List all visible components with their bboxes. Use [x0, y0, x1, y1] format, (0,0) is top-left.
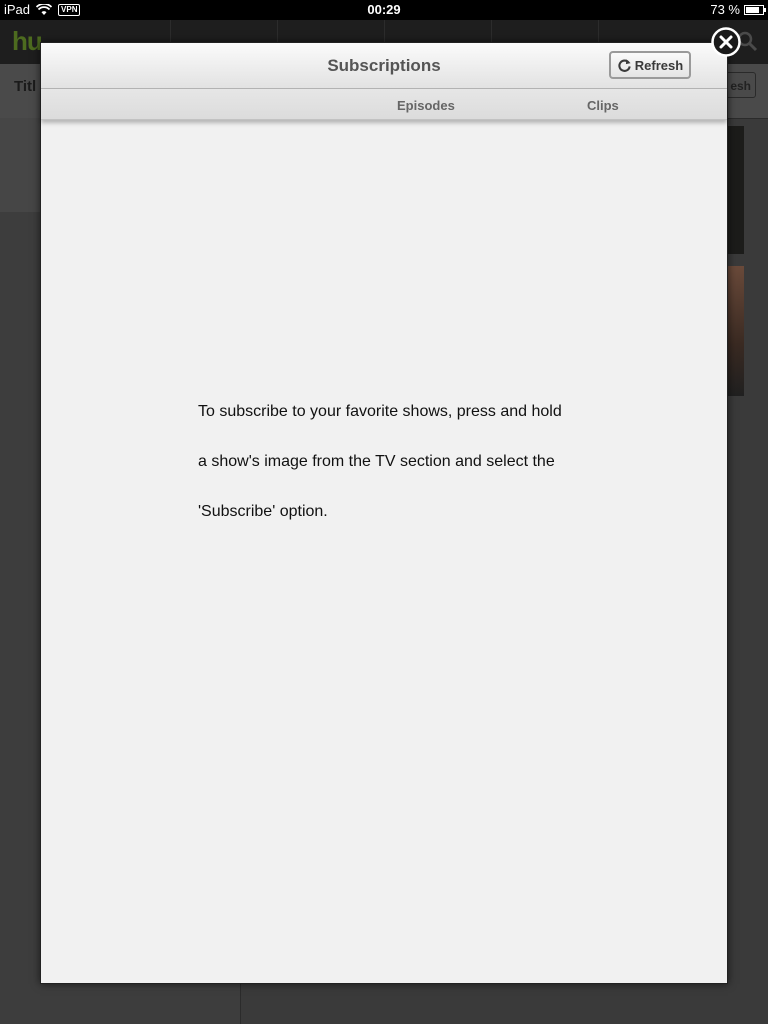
subscriptions-modal: Subscriptions Refresh Episodes Clips To … — [40, 42, 728, 984]
modal-header: Subscriptions Refresh — [41, 43, 727, 89]
segment-bar: Episodes Clips — [41, 89, 727, 120]
status-bar: iPad VPN 00:29 73 % — [0, 0, 768, 20]
background-logo: hu — [12, 26, 43, 56]
refresh-button[interactable]: Refresh — [609, 51, 691, 79]
background-title-fragment: Titl — [14, 78, 37, 95]
status-time: 00:29 — [367, 2, 401, 17]
message-line: a show's image from the TV section and s… — [198, 453, 555, 470]
message-line: To subscribe to your favorite shows, pre… — [198, 403, 562, 420]
message-line: 'Subscribe' option. — [198, 503, 328, 520]
refresh-icon — [618, 58, 631, 72]
status-right: 73 % — [710, 2, 766, 17]
close-icon[interactable] — [711, 27, 741, 57]
empty-state-message: To subscribe to your favorite shows, pre… — [198, 387, 598, 537]
battery-icon — [744, 4, 766, 15]
tab-episodes[interactable]: Episodes — [397, 98, 455, 113]
background-thumbnail — [726, 266, 744, 396]
background-row — [0, 118, 40, 213]
background-thumbnail — [726, 126, 744, 254]
tab-clips[interactable]: Clips — [587, 98, 619, 113]
modal-body: To subscribe to your favorite shows, pre… — [41, 119, 727, 983]
battery-percent: 73 % — [710, 2, 740, 17]
refresh-label: Refresh — [634, 57, 684, 73]
